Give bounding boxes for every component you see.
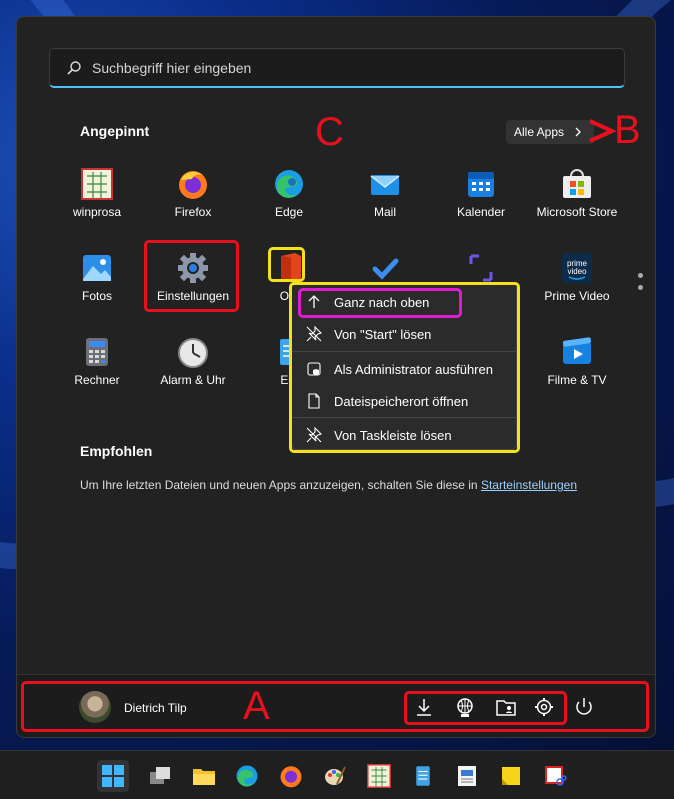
pinned-app-photos[interactable]: Fotos <box>49 248 145 330</box>
start-button[interactable] <box>97 760 129 792</box>
snipping-tool-taskbar-button[interactable] <box>539 760 571 792</box>
app-label: Filme & TV <box>547 373 607 387</box>
wordpad-taskbar-button[interactable] <box>451 760 483 792</box>
app-label: Edge <box>274 205 304 219</box>
snip-icon <box>469 254 493 282</box>
todo-icon <box>372 258 399 280</box>
file-explorer-button[interactable] <box>188 760 220 792</box>
app-label: winprosa <box>72 205 122 219</box>
page-indicator[interactable] <box>638 273 643 297</box>
annotation-box-move-top <box>298 288 462 318</box>
all-apps-button[interactable]: Alle Apps <box>506 120 595 144</box>
start-icon <box>102 765 124 787</box>
annotation-letter-a: A <box>243 684 270 728</box>
all-apps-label: Alle Apps <box>514 125 565 139</box>
svg-text:video: video <box>567 267 587 276</box>
notepad-icon <box>416 766 430 786</box>
pinned-app-calendar[interactable]: Kalender <box>433 164 529 246</box>
firefox-taskbar-button[interactable] <box>275 760 307 792</box>
annotation-letter-b: B <box>614 108 641 152</box>
search-box[interactable]: Suchbegriff hier eingeben <box>49 48 625 88</box>
pinned-app-winprosa[interactable]: winprosa <box>49 164 145 246</box>
app-label: Rechner <box>74 373 120 387</box>
app-label: Mail <box>373 205 396 219</box>
annotation-box-office <box>268 247 305 282</box>
recommended-text: Um Ihre letzten Dateien und neuen Apps a… <box>80 478 578 492</box>
sticky-notes-taskbar-button[interactable] <box>495 760 527 792</box>
pinned-app-prime-video[interactable]: prime video Prime Video <box>529 248 625 330</box>
edge-taskbar-button[interactable] <box>231 760 263 792</box>
pinned-app-edge[interactable]: Edge <box>241 164 337 246</box>
pinned-app-clock[interactable]: Alarm & Uhr <box>145 332 241 414</box>
pinned-app-firefox[interactable]: Firefox <box>145 164 241 246</box>
winprosa-icon <box>81 168 113 200</box>
file-explorer-icon <box>193 769 215 785</box>
annotation-box-footer-icons <box>404 691 567 725</box>
pinned-heading: Angepinnt <box>80 123 150 139</box>
task-view-button[interactable] <box>144 760 176 792</box>
edge-icon <box>236 765 258 787</box>
task-view-icon <box>150 767 170 784</box>
app-label: Alarm & Uhr <box>160 373 226 387</box>
wordpad-icon <box>458 766 476 786</box>
pinned-app-movies[interactable]: Filme & TV <box>529 332 625 414</box>
movies-icon <box>562 337 592 364</box>
calendar-icon <box>468 172 494 197</box>
taskbar <box>0 750 674 799</box>
app-label: Microsoft Store <box>536 205 618 219</box>
paint-taskbar-button[interactable] <box>319 760 351 792</box>
snipping-tool-icon <box>545 766 567 786</box>
pinned-app-calculator[interactable]: Rechner <box>49 332 145 414</box>
mail-icon <box>370 175 400 195</box>
prime-video-icon: primevideo <box>562 253 592 283</box>
edge-icon <box>275 170 303 198</box>
search-placeholder: Suchbegriff hier eingeben <box>92 59 252 76</box>
winprosa-taskbar-button[interactable] <box>363 760 395 792</box>
firefox-icon <box>179 171 207 199</box>
firefox-icon <box>280 766 302 788</box>
sticky-notes-icon <box>502 767 520 785</box>
store-icon <box>563 169 591 198</box>
app-label: Prime Video <box>544 289 610 303</box>
photos-icon <box>83 255 111 281</box>
winprosa-icon <box>367 764 391 788</box>
pinned-app-mail[interactable]: Mail <box>337 164 433 246</box>
chevron-right-icon <box>575 127 581 137</box>
recommended-heading: Empfohlen <box>80 443 153 459</box>
paint-icon <box>325 766 346 785</box>
app-label: Firefox <box>174 205 212 219</box>
annotation-arrow-b <box>589 119 616 143</box>
search-icon <box>67 60 81 75</box>
app-label: Kalender <box>456 205 506 219</box>
clock-icon <box>178 338 208 368</box>
pinned-app-store[interactable]: Microsoft Store <box>529 164 625 246</box>
annotation-box-settings <box>144 240 239 312</box>
annotation-letter-c: C <box>315 110 344 154</box>
app-label: Fotos <box>81 289 112 303</box>
calculator-icon <box>86 338 108 366</box>
start-settings-link[interactable]: Starteinstellungen <box>481 478 577 492</box>
notepad-taskbar-button[interactable] <box>407 760 439 792</box>
